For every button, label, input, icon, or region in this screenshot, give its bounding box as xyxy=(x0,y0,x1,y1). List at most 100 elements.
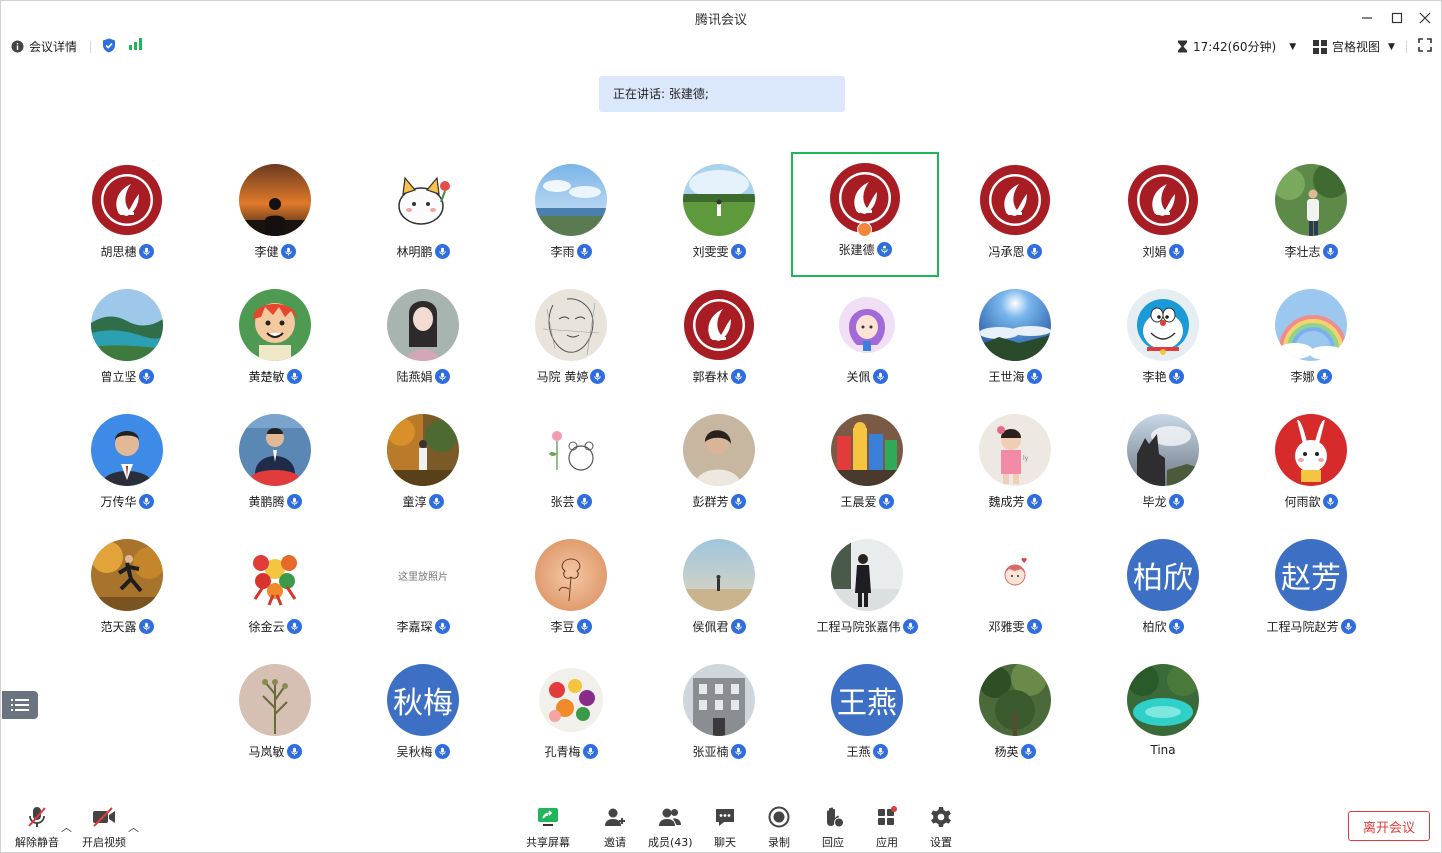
mic-icon xyxy=(576,619,592,634)
share-screen-button[interactable]: 共享屏幕 xyxy=(526,805,570,850)
mic-icon xyxy=(878,494,894,509)
participant-name-row: 李艳 xyxy=(1089,368,1237,385)
video-options-chevron[interactable]: ︿ xyxy=(128,819,139,835)
member-list-toggle[interactable] xyxy=(2,691,38,719)
participant-tile[interactable]: Tina xyxy=(1089,654,1237,779)
network-signal-indicator[interactable] xyxy=(129,38,143,50)
participant-tile[interactable]: 杨英 xyxy=(941,654,1089,779)
participant-name: 郭春林 xyxy=(692,370,729,384)
apps-button[interactable]: 应用 xyxy=(874,805,900,850)
participant-name: 黄鹏腾 xyxy=(248,495,285,509)
members-button[interactable]: 成员(43) xyxy=(648,805,693,850)
participant-tile[interactable]: 赵芳 工程马院赵芳 xyxy=(1237,529,1385,654)
participant-tile[interactable]: 工程马院张嘉伟 xyxy=(793,529,941,654)
participant-tile[interactable]: 黄鹏腾 xyxy=(201,404,349,529)
reactions-button[interactable]: 回应 xyxy=(820,805,846,850)
gear-icon xyxy=(928,805,954,829)
participant-tile[interactable]: 林明鹏 xyxy=(349,154,497,279)
participant-tile[interactable]: 胡思穗 xyxy=(53,154,201,279)
participant-tile[interactable]: 陆燕娟 xyxy=(349,279,497,404)
participant-name-row: 王晨爱 xyxy=(793,493,941,510)
hourglass-icon xyxy=(1178,40,1187,53)
participant-tile[interactable]: 万传华 xyxy=(53,404,201,529)
leave-meeting-button[interactable]: 离开会议 xyxy=(1348,811,1430,841)
mic-icon xyxy=(730,494,746,509)
participant-tile[interactable]: 童淳 xyxy=(349,404,497,529)
participant-tile[interactable]: 张建德 xyxy=(791,152,939,277)
audio-options-chevron[interactable]: ︿ xyxy=(61,819,72,835)
unmute-button[interactable]: 解除静音 xyxy=(15,805,59,850)
avatar xyxy=(1127,164,1199,236)
window-title: 腾讯会议 xyxy=(694,13,747,28)
participant-tile[interactable]: 柏欣 柏欣 xyxy=(1089,529,1237,654)
chat-button[interactable]: 聊天 xyxy=(712,805,738,850)
maximize-button[interactable] xyxy=(1387,8,1407,28)
text-avatar: 赵芳 xyxy=(1275,539,1347,611)
meeting-timer-dropdown[interactable]: 17:42(60分钟) ▼ xyxy=(1177,38,1296,55)
participant-tile[interactable]: 李艳 xyxy=(1089,279,1237,404)
participant-name-row: 郭春林 xyxy=(645,368,793,385)
participant-tile[interactable]: ly 魏成芳 xyxy=(941,404,1089,529)
mic-icon xyxy=(1026,244,1042,259)
minimize-button[interactable] xyxy=(1357,8,1377,28)
start-video-label: 开启视频 xyxy=(82,836,126,849)
participant-tile[interactable]: 李雨 xyxy=(497,154,645,279)
view-mode-dropdown[interactable]: 宫格视图 ▼ xyxy=(1313,38,1395,55)
participant-tile[interactable]: 徐金云 xyxy=(201,529,349,654)
participant-tile[interactable]: 刘雯雯 xyxy=(645,154,793,279)
participant-name-row: 工程马院张嘉伟 xyxy=(793,618,941,635)
avatar xyxy=(831,414,903,486)
participant-name-row: 邓雅雯 xyxy=(941,618,1089,635)
settings-button[interactable]: 设置 xyxy=(928,805,954,850)
avatar xyxy=(1127,414,1199,486)
participant-name: 邓雅雯 xyxy=(988,620,1025,634)
fullscreen-button[interactable] xyxy=(1418,38,1432,52)
participant-name: 胡思穗 xyxy=(100,245,137,259)
participant-name: 王晨爱 xyxy=(840,495,877,509)
participant-name: 万传华 xyxy=(100,495,137,509)
participant-tile[interactable]: 李豆 xyxy=(497,529,645,654)
participant-tile[interactable]: 郭春林 xyxy=(645,279,793,404)
avatar xyxy=(683,414,755,486)
participant-tile[interactable]: 秋梅 吴秋梅 xyxy=(349,654,497,779)
mic-icon xyxy=(428,494,444,509)
participant-tile[interactable]: 何雨歆 xyxy=(1237,404,1385,529)
participant-tile[interactable]: 王晨爱 xyxy=(793,404,941,529)
participant-tile[interactable]: 李娜 xyxy=(1237,279,1385,404)
participant-tile[interactable]: 王燕 王燕 xyxy=(793,654,941,779)
participant-tile[interactable]: 黄楚敏 xyxy=(201,279,349,404)
participant-tile[interactable]: 曾立坚 xyxy=(53,279,201,404)
participant-name-row: 曾立坚 xyxy=(53,368,201,385)
mic-icon xyxy=(138,244,154,259)
meeting-details-button[interactable]: 会议详情 xyxy=(11,38,77,55)
participant-tile[interactable]: 毕龙 xyxy=(1089,404,1237,529)
participant-name: 范天露 xyxy=(100,620,137,634)
close-button[interactable] xyxy=(1415,8,1435,28)
security-shield-button[interactable] xyxy=(102,38,116,53)
participant-tile[interactable]: 张芸 xyxy=(497,404,645,529)
invite-button[interactable]: 邀请 xyxy=(602,805,628,850)
participant-tile[interactable]: 李健 xyxy=(201,154,349,279)
participant-tile[interactable]: 冯承恩 xyxy=(941,154,1089,279)
participant-tile[interactable]: 范天露 xyxy=(53,529,201,654)
participant-name-row: 范天露 xyxy=(53,618,201,635)
participant-tile[interactable]: ♥ 邓雅雯 xyxy=(941,529,1089,654)
mic-icon xyxy=(138,494,154,509)
participant-tile[interactable]: 彭群芳 xyxy=(645,404,793,529)
participant-tile[interactable]: 张亚楠 xyxy=(645,654,793,779)
participant-tile[interactable]: 马岚敏 xyxy=(201,654,349,779)
participant-tile[interactable]: 王世海 xyxy=(941,279,1089,404)
participant-tile[interactable]: 李壮志 xyxy=(1237,154,1385,279)
participant-tile[interactable]: 侯佩君 xyxy=(645,529,793,654)
participant-name-row: 马岚敏 xyxy=(201,743,349,760)
participant-name: 毕龙 xyxy=(1142,495,1167,509)
participant-name: 王世海 xyxy=(988,370,1025,384)
participant-tile[interactable]: 这里放照片 李嘉琛 xyxy=(349,529,497,654)
participant-tile[interactable]: 马院 黄婷 xyxy=(497,279,645,404)
participant-tile[interactable]: 刘娟 xyxy=(1089,154,1237,279)
participant-tile[interactable]: 孔青梅 xyxy=(497,654,645,779)
record-button[interactable]: 录制 xyxy=(766,805,792,850)
bottom-toolbar: 解除静音 ︿ 开启视频 ︿ 共享屏幕 邀请 成员(43) 聊天 录制 回应 应用… xyxy=(1,799,1441,853)
participant-tile[interactable]: 关佩 xyxy=(793,279,941,404)
start-video-button[interactable]: 开启视频 xyxy=(82,805,126,850)
